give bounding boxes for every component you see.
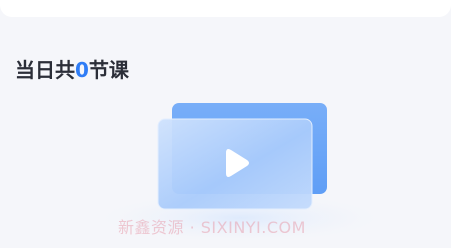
top-card — [0, 0, 451, 17]
heading-prefix: 当日共 — [15, 58, 75, 82]
empty-schedule-page: 当日共0节课 新鑫资源 · SIXINYI.COM — [0, 0, 451, 248]
watermark-text: 新鑫资源 · SIXINYI.COM — [118, 218, 306, 237]
lesson-count: 0 — [75, 58, 89, 82]
lesson-count-heading: 当日共0节课 — [15, 55, 129, 85]
heading-suffix: 节课 — [88, 58, 129, 82]
